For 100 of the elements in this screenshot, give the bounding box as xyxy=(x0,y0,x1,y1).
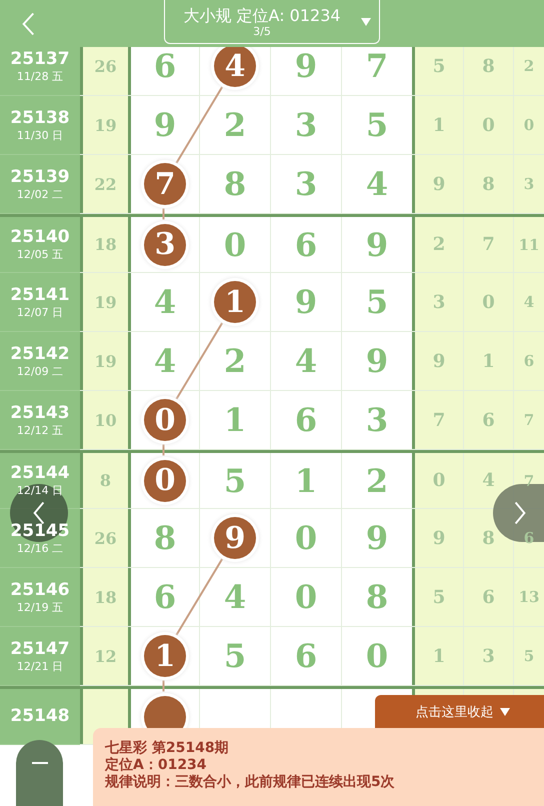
digit: 9 xyxy=(366,226,388,264)
stat-value: 0 xyxy=(432,470,446,491)
stat-value: 8 xyxy=(482,56,495,76)
stat-value: 7 xyxy=(482,234,495,255)
digit: 8 xyxy=(224,165,246,203)
collapse-side-button[interactable] xyxy=(16,740,63,806)
digit: 6 xyxy=(294,637,318,675)
issue-number: 25146 xyxy=(10,580,70,600)
issue-number: 25137 xyxy=(10,48,70,70)
digit: 9 xyxy=(366,519,388,557)
connector-line xyxy=(162,680,164,692)
caret-icon xyxy=(361,18,371,26)
digit: 4 xyxy=(224,578,246,616)
draw-date: 12/05 五 xyxy=(16,248,64,262)
digit: 3 xyxy=(294,165,318,203)
digit: 2 xyxy=(366,462,388,500)
digit: 0 xyxy=(294,519,318,557)
sum-value: 26 xyxy=(94,56,117,76)
digit: 8 xyxy=(366,578,388,616)
stat-value: 0 xyxy=(482,292,495,312)
draw-date: 12/02 二 xyxy=(16,188,64,202)
digit: 1 xyxy=(294,462,318,500)
digit: 2 xyxy=(224,106,246,144)
stat-value: 6 xyxy=(482,586,495,608)
issue-number: 25148 xyxy=(10,706,70,727)
stat-value: 7 xyxy=(524,411,534,429)
draw-date: 12/07 日 xyxy=(16,306,64,320)
digit: 5 xyxy=(224,462,246,500)
info-text: 定位A：01234 xyxy=(105,757,208,774)
highlighted-digit: 1 xyxy=(214,281,256,323)
sum-value: 26 xyxy=(94,528,117,548)
highlighted-digit: 9 xyxy=(214,517,256,559)
stat-value: 6 xyxy=(482,410,495,430)
stat-value: 8 xyxy=(482,174,495,194)
issue-number: 25145 xyxy=(10,520,70,542)
stat-value: 1 xyxy=(482,350,495,372)
digit: 4 xyxy=(294,342,318,380)
issue-number: 25141 xyxy=(10,284,70,306)
sum-value: 19 xyxy=(94,352,117,370)
digit: 8 xyxy=(154,519,176,557)
info-text: 规律说明：三数合小，此前规律已连续出现5次 xyxy=(105,774,396,791)
digit: 5 xyxy=(366,283,388,321)
sum-value: 19 xyxy=(94,116,117,134)
sum-value: 18 xyxy=(94,235,117,254)
highlighted-digit: 4 xyxy=(214,47,256,87)
stat-value: 2 xyxy=(524,57,534,75)
digit: 5 xyxy=(224,637,246,675)
stat-value: 2 xyxy=(432,234,446,255)
chevron-right-icon xyxy=(513,500,527,526)
digit: 5 xyxy=(366,106,388,144)
stat-value: 1 xyxy=(432,646,446,666)
stat-value: 7 xyxy=(432,410,446,430)
sum-value: 10 xyxy=(94,410,117,430)
issue-number: 25147 xyxy=(10,638,70,660)
sum-value: 18 xyxy=(94,588,117,606)
stat-value: 1 xyxy=(432,114,446,136)
highlighted-digit: 3 xyxy=(144,224,186,266)
stat-value: 5 xyxy=(432,56,446,76)
stat-value: 5 xyxy=(524,647,534,665)
stat-value: 8 xyxy=(482,528,495,548)
stat-value: 13 xyxy=(518,588,540,606)
stat-value: 4 xyxy=(482,470,495,491)
highlighted-digit: 7 xyxy=(144,163,186,205)
highlighted-digit: 0 xyxy=(144,460,186,502)
digit: 0 xyxy=(366,637,388,675)
minus-icon xyxy=(32,762,48,764)
stat-value: 3 xyxy=(482,646,495,666)
issue-number: 25143 xyxy=(10,402,70,424)
digit: 9 xyxy=(366,342,388,380)
stat-value: 9 xyxy=(432,174,446,194)
digit: 9 xyxy=(294,47,318,85)
digit: 0 xyxy=(294,578,318,616)
sum-value: 19 xyxy=(94,292,117,312)
sum-value: 12 xyxy=(94,646,117,666)
stat-value: 0 xyxy=(524,116,534,134)
info-text: 七星彩 第25148期 xyxy=(105,740,230,756)
draw-date: 11/28 五 xyxy=(16,70,64,84)
highlighted-digit: 0 xyxy=(144,399,186,441)
stat-value: 0 xyxy=(482,114,495,136)
stat-value: 6 xyxy=(524,352,534,370)
digit: 6 xyxy=(294,401,318,439)
draw-date: 12/12 五 xyxy=(16,424,64,438)
digit: 2 xyxy=(224,342,246,380)
digit: 9 xyxy=(154,106,176,144)
collapse-tab[interactable]: 点击这里收起 xyxy=(375,695,544,729)
draw-date: 12/21 日 xyxy=(16,660,64,674)
digit: 3 xyxy=(366,401,388,439)
draw-date: 11/30 日 xyxy=(16,128,64,142)
digit: 4 xyxy=(366,165,388,203)
issue-number: 25140 xyxy=(10,227,70,248)
digit: 0 xyxy=(224,226,246,264)
issue-number: 25139 xyxy=(10,166,70,188)
digit: 3 xyxy=(294,106,318,144)
connector-line xyxy=(162,444,164,456)
stat-value: 9 xyxy=(432,350,446,372)
issue-number: 25142 xyxy=(10,344,70,364)
digit: 6 xyxy=(154,578,176,616)
draw-date: 12/09 二 xyxy=(16,364,64,378)
sum-value: 8 xyxy=(100,471,112,490)
connector-line xyxy=(162,208,164,220)
